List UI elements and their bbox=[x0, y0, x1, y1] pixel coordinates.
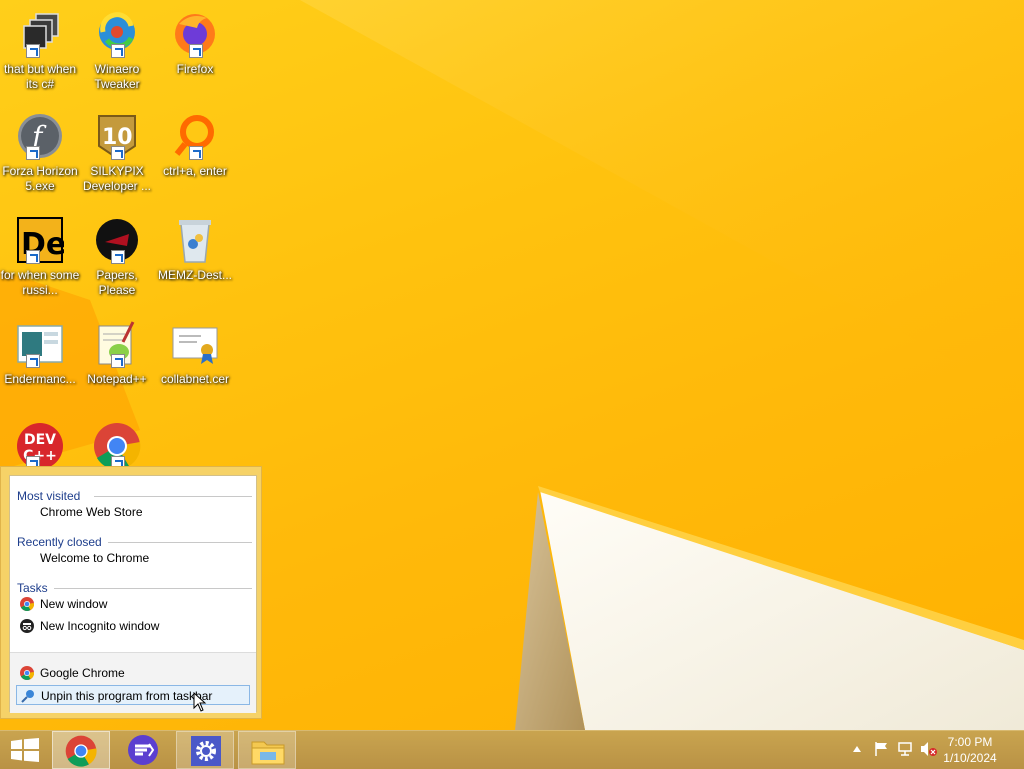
notepad-plus-plus-icon bbox=[93, 320, 141, 368]
clock-date: 1/10/2024 bbox=[943, 751, 997, 765]
desktop-icon-label: collabnet.cer bbox=[160, 372, 230, 386]
shortcut-arrow-icon bbox=[189, 146, 203, 160]
recycle-bin-icon bbox=[171, 216, 219, 264]
desktop-icon-label: SILKYPIX Developer ... bbox=[82, 164, 152, 193]
network-icon[interactable] bbox=[897, 741, 913, 757]
desktop-icon[interactable]: De for when some russi... bbox=[0, 216, 80, 298]
dev-badge-line1: DEV bbox=[24, 432, 56, 448]
shortcut-arrow-icon bbox=[111, 250, 125, 264]
desktop-icon[interactable]: MEMZ-Dest... bbox=[155, 216, 235, 283]
jump-list-item-new-window[interactable]: New window bbox=[16, 594, 250, 614]
flash-f-icon: f bbox=[16, 112, 64, 160]
start-button[interactable] bbox=[0, 731, 50, 769]
jump-list-item-new-incognito-window[interactable]: New Incognito window bbox=[16, 616, 250, 636]
system-tray bbox=[846, 731, 946, 769]
desktop-icon[interactable] bbox=[77, 422, 157, 470]
desktop-icon[interactable]: 10 SILKYPIX Developer ... bbox=[77, 112, 157, 194]
desktop-icon[interactable]: Papers, Please bbox=[77, 216, 157, 298]
desktop-icon[interactable]: Notepad++ bbox=[77, 320, 157, 387]
jump-list-item-label: New window bbox=[40, 597, 108, 611]
incognito-icon bbox=[20, 619, 34, 633]
desktop-icon[interactable]: ctrl+a, enter bbox=[155, 112, 235, 179]
orange-ring-icon bbox=[171, 112, 219, 160]
jump-list-open-google-chrome[interactable]: Google Chrome bbox=[16, 663, 250, 683]
taskbar-clock[interactable]: 7:00 PM 1/10/2024 bbox=[938, 734, 1002, 766]
volume-muted-icon[interactable] bbox=[920, 741, 938, 757]
settings-gear-icon bbox=[191, 736, 221, 766]
jump-list-item-welcome-to-chrome[interactable]: Welcome to Chrome bbox=[16, 548, 250, 568]
jump-list-item-label: Unpin this program from taskbar bbox=[41, 689, 213, 703]
jump-list-item-label: Welcome to Chrome bbox=[40, 551, 150, 565]
jump-list-item-label: Chrome Web Store bbox=[40, 505, 143, 519]
shortcut-arrow-icon bbox=[111, 354, 125, 368]
desktop-icon-label: Notepad++ bbox=[87, 372, 147, 386]
desktop-icon-label: Firefox bbox=[176, 62, 214, 76]
desktop-icon-label: Papers, Please bbox=[96, 268, 138, 297]
de-logo-icon: De bbox=[16, 216, 66, 264]
papers-please-icon bbox=[93, 216, 141, 264]
winaero-tweaker-icon bbox=[93, 10, 141, 58]
file-explorer-icon bbox=[251, 741, 285, 765]
desktop-icon[interactable]: collabnet.cer bbox=[155, 320, 235, 387]
jump-list-footer: Google Chrome Unpin this program from ta… bbox=[10, 652, 256, 713]
divider bbox=[108, 542, 252, 543]
silkypix-10-icon: 10 bbox=[93, 112, 141, 160]
jump-list-item-label: New Incognito window bbox=[40, 619, 160, 633]
desktop-icon[interactable]: Endermanc... bbox=[0, 320, 80, 387]
taskbar: 7:00 PM 1/10/2024 bbox=[0, 730, 1024, 769]
jump-list-item-label: Google Chrome bbox=[40, 666, 125, 680]
shortcut-arrow-icon bbox=[26, 250, 40, 264]
desktop-icon[interactable]: that but when its c# bbox=[0, 10, 80, 92]
clock-time: 7:00 PM bbox=[947, 735, 993, 749]
desktop-icon[interactable]: f Forza Horizon 5.exe bbox=[0, 112, 80, 194]
shortcut-arrow-icon bbox=[189, 44, 203, 58]
desktop-icon[interactable]: Firefox bbox=[155, 10, 235, 77]
chrome-jump-list: Most visited Chrome Web Store Recently c… bbox=[0, 466, 262, 719]
taskbar-feather-app-button[interactable] bbox=[114, 731, 172, 769]
desktop-icon-label: ctrl+a, enter bbox=[163, 164, 227, 178]
shortcut-arrow-icon bbox=[111, 44, 125, 58]
chrome-icon bbox=[20, 666, 34, 680]
window-screenshot-icon bbox=[16, 320, 64, 368]
jump-list-unpin-from-taskbar[interactable]: Unpin this program from taskbar bbox=[16, 685, 250, 705]
start-icon bbox=[11, 738, 39, 762]
certificate-icon bbox=[171, 320, 219, 368]
jump-list-panel: Most visited Chrome Web Store Recently c… bbox=[9, 475, 257, 713]
taskbar-chrome-button[interactable] bbox=[52, 731, 110, 769]
firefox-icon bbox=[171, 10, 219, 58]
taskbar-settings-button[interactable] bbox=[176, 731, 234, 769]
desktop-icon-label: Winaero Tweaker bbox=[94, 62, 140, 91]
desktop-icon-label: for when some russi... bbox=[0, 268, 80, 297]
chrome-icon bbox=[20, 597, 34, 611]
desktop-icon[interactable]: Winaero Tweaker bbox=[77, 10, 157, 92]
shortcut-arrow-icon bbox=[26, 146, 40, 160]
feather-app-icon bbox=[128, 735, 158, 765]
stack-windows-icon bbox=[16, 10, 64, 58]
taskbar-file-explorer-button[interactable] bbox=[238, 731, 296, 769]
desktop-icon-label: Forza Horizon 5.exe bbox=[2, 164, 78, 193]
desktop-icon-label: MEMZ-Dest... bbox=[158, 268, 232, 282]
chevron-up-icon[interactable] bbox=[852, 745, 862, 753]
shortcut-arrow-icon bbox=[111, 146, 125, 160]
divider bbox=[54, 588, 252, 589]
unpin-icon bbox=[21, 690, 34, 703]
desktop-icon-label: Endermanc... bbox=[4, 372, 76, 386]
mouse-cursor-icon bbox=[193, 692, 207, 712]
desktop-icon[interactable]: DEV C++ bbox=[0, 422, 80, 470]
dev-cpp-icon: DEV C++ bbox=[16, 422, 64, 470]
jump-list-item-chrome-web-store[interactable]: Chrome Web Store bbox=[16, 502, 250, 522]
divider bbox=[94, 496, 252, 497]
chrome-icon bbox=[93, 422, 141, 470]
action-center-flag-icon[interactable] bbox=[874, 741, 890, 757]
desktop-icon-label: that but when its c# bbox=[3, 62, 77, 91]
chrome-icon bbox=[65, 735, 97, 767]
shortcut-arrow-icon bbox=[26, 354, 40, 368]
shortcut-arrow-icon bbox=[26, 44, 40, 58]
